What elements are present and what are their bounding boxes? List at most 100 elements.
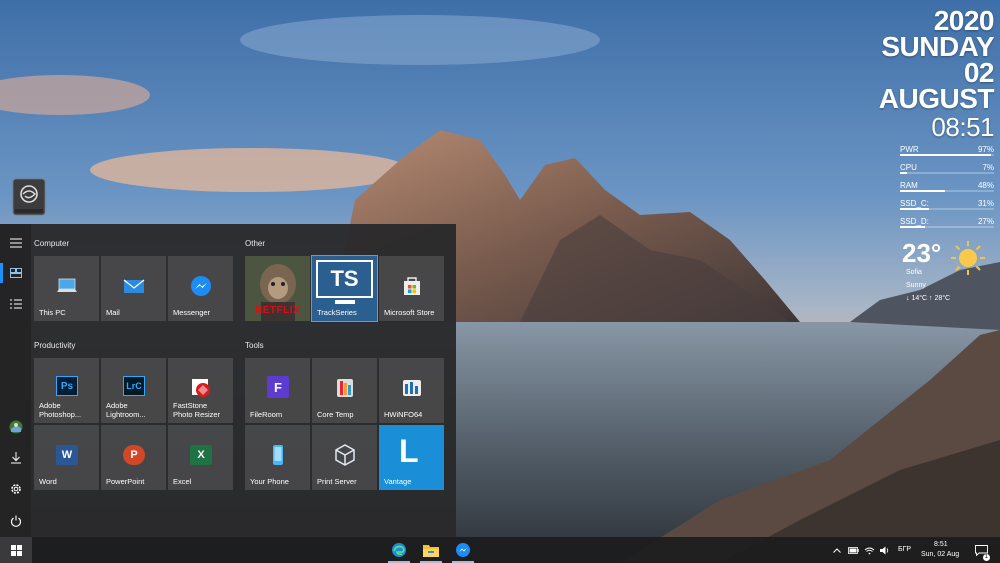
tile-label: Adobe Lightroom... bbox=[106, 401, 146, 419]
powerpoint-glyph: P bbox=[130, 449, 138, 461]
widget-time: 08:51 bbox=[931, 112, 994, 142]
fileroom-icon: F bbox=[267, 376, 289, 398]
excel-icon: X bbox=[190, 445, 212, 465]
taskbar-file-explorer[interactable] bbox=[417, 537, 445, 563]
tile-your-phone[interactable]: Your Phone bbox=[245, 425, 310, 490]
tray-time[interactable]: 8:51 bbox=[934, 541, 948, 548]
input-language[interactable]: БГР bbox=[898, 546, 911, 553]
taskbar-messenger[interactable] bbox=[449, 537, 477, 563]
tile-powerpoint[interactable]: P PowerPoint bbox=[101, 425, 166, 490]
action-center-button[interactable]: 1 bbox=[970, 537, 992, 563]
print-server-icon bbox=[334, 444, 355, 466]
tile-vantage[interactable]: L Vantage bbox=[379, 425, 444, 490]
tile-label: Word bbox=[39, 477, 57, 486]
weather-condition: Sunny bbox=[906, 282, 926, 289]
group-title-other[interactable]: Other bbox=[245, 239, 265, 248]
tile-label: FastStone Photo Resizer bbox=[173, 401, 221, 419]
meter-value: 7% bbox=[982, 163, 994, 172]
show-hidden-icons-button[interactable] bbox=[830, 537, 844, 563]
tiles-icon[interactable] bbox=[0, 259, 31, 287]
weather-temp: 23° bbox=[902, 238, 942, 268]
tile-trackseries[interactable]: TS TrackSeries bbox=[311, 255, 378, 322]
tile-fileroom[interactable]: F FileRoom bbox=[245, 358, 310, 423]
volume-button[interactable] bbox=[878, 537, 892, 563]
excel-glyph: X bbox=[197, 449, 205, 461]
meter-fill bbox=[900, 154, 992, 156]
battery-button[interactable] bbox=[846, 537, 860, 563]
tile-messenger[interactable]: Messenger bbox=[168, 256, 233, 321]
word-icon: W bbox=[56, 445, 78, 465]
tile-label: Messenger bbox=[173, 308, 211, 317]
vantage-logo-icon: L bbox=[399, 433, 419, 469]
start-rail bbox=[0, 224, 31, 537]
fileroom-glyph: F bbox=[274, 379, 282, 395]
weather-widget: 23° Sofia Sunny ↓ 14°C ↑ 28°C bbox=[894, 236, 994, 306]
weather-low-high: ↓ 14°C ↑ 28°C bbox=[906, 295, 951, 302]
tile-faststone[interactable]: FastStone Photo Resizer bbox=[168, 358, 233, 423]
trackseries-logo-text: TS bbox=[330, 266, 359, 291]
meter-value: 27% bbox=[977, 217, 994, 226]
tray-date[interactable]: Sun, 02 Aug bbox=[921, 551, 959, 558]
tile-photoshop[interactable]: Ps Adobe Photoshop... bbox=[34, 358, 99, 423]
meter-value: 97% bbox=[977, 145, 994, 154]
tile-excel[interactable]: X Excel bbox=[168, 425, 233, 490]
lightroom-glyph: LrC bbox=[126, 381, 142, 391]
tile-this-pc[interactable]: This PC bbox=[34, 256, 99, 321]
store-bag-icon bbox=[403, 277, 420, 295]
thermometer-icon bbox=[336, 379, 353, 397]
start-menu: Computer Other Productivity Tools This P… bbox=[0, 224, 456, 537]
tile-core-temp[interactable]: Core Temp bbox=[312, 358, 377, 423]
tile-netflix[interactable]: NETFLIX bbox=[245, 256, 310, 321]
file-explorer-icon bbox=[423, 545, 439, 557]
lightroom-icon: LrC bbox=[123, 376, 145, 396]
meter-cpu: CPU 7% bbox=[900, 162, 994, 180]
tile-label: TrackSeries bbox=[317, 308, 357, 317]
meter-ssd-d: SSD_D: 27% bbox=[900, 216, 994, 234]
weather-city: Sofia bbox=[906, 269, 922, 276]
group-title-productivity[interactable]: Productivity bbox=[34, 341, 75, 350]
edge-icon bbox=[392, 543, 406, 557]
system-meters: PWR 97% CPU 7% RAM 48% SSD_C: 31% SSD_D:… bbox=[900, 144, 994, 234]
tile-hwinfo[interactable]: HWiNFO64 bbox=[379, 358, 444, 423]
meter-pwr: PWR 97% bbox=[900, 144, 994, 162]
power-icon[interactable] bbox=[0, 507, 31, 535]
battery-icon bbox=[847, 546, 859, 554]
tile-label: This PC bbox=[39, 308, 66, 317]
hwinfo-icon bbox=[402, 380, 421, 396]
meter-fill bbox=[900, 190, 946, 192]
meter-ram: RAM 48% bbox=[900, 180, 994, 198]
seagate-drive-icon[interactable] bbox=[11, 178, 47, 216]
taskbar: БГР 8:51 Sun, 02 Aug 1 bbox=[0, 537, 1000, 563]
group-title-tools[interactable]: Tools bbox=[245, 341, 264, 350]
gear-icon[interactable] bbox=[0, 475, 31, 503]
taskbar-edge[interactable] bbox=[385, 537, 413, 563]
tile-microsoft-store[interactable]: Microsoft Store bbox=[379, 256, 444, 321]
tile-word[interactable]: W Word bbox=[34, 425, 99, 490]
meter-label: PWR bbox=[900, 145, 919, 154]
messenger-icon bbox=[190, 276, 211, 296]
mail-icon bbox=[123, 279, 144, 293]
hamburger-icon[interactable] bbox=[0, 229, 31, 257]
all-apps-icon[interactable] bbox=[0, 290, 31, 318]
network-button[interactable] bbox=[862, 537, 876, 563]
meter-fill bbox=[900, 208, 930, 210]
tile-label: PowerPoint bbox=[106, 477, 145, 486]
powerpoint-icon: P bbox=[123, 445, 145, 465]
start-button[interactable] bbox=[0, 537, 32, 563]
tile-label: Excel bbox=[173, 477, 192, 486]
tile-lightroom[interactable]: LrC Adobe Lightroom... bbox=[101, 358, 166, 423]
widget-month: AUGUST bbox=[878, 83, 995, 114]
download-icon[interactable] bbox=[0, 444, 31, 472]
user-avatar-icon[interactable] bbox=[0, 413, 31, 441]
computer-icon bbox=[56, 278, 77, 292]
tile-label: Microsoft Store bbox=[384, 308, 435, 317]
tile-mail[interactable]: Mail bbox=[101, 256, 166, 321]
group-title-computer[interactable]: Computer bbox=[34, 239, 69, 248]
monitor-stand bbox=[335, 300, 355, 304]
meter-fill bbox=[900, 172, 907, 174]
meter-label: SSD_D: bbox=[900, 217, 929, 226]
tile-print-server[interactable]: Print Server bbox=[312, 425, 377, 490]
tile-label: Mail bbox=[106, 308, 120, 317]
meter-ssd-c: SSD_C: 31% bbox=[900, 198, 994, 216]
trackseries-logo-icon: TS bbox=[316, 260, 373, 298]
